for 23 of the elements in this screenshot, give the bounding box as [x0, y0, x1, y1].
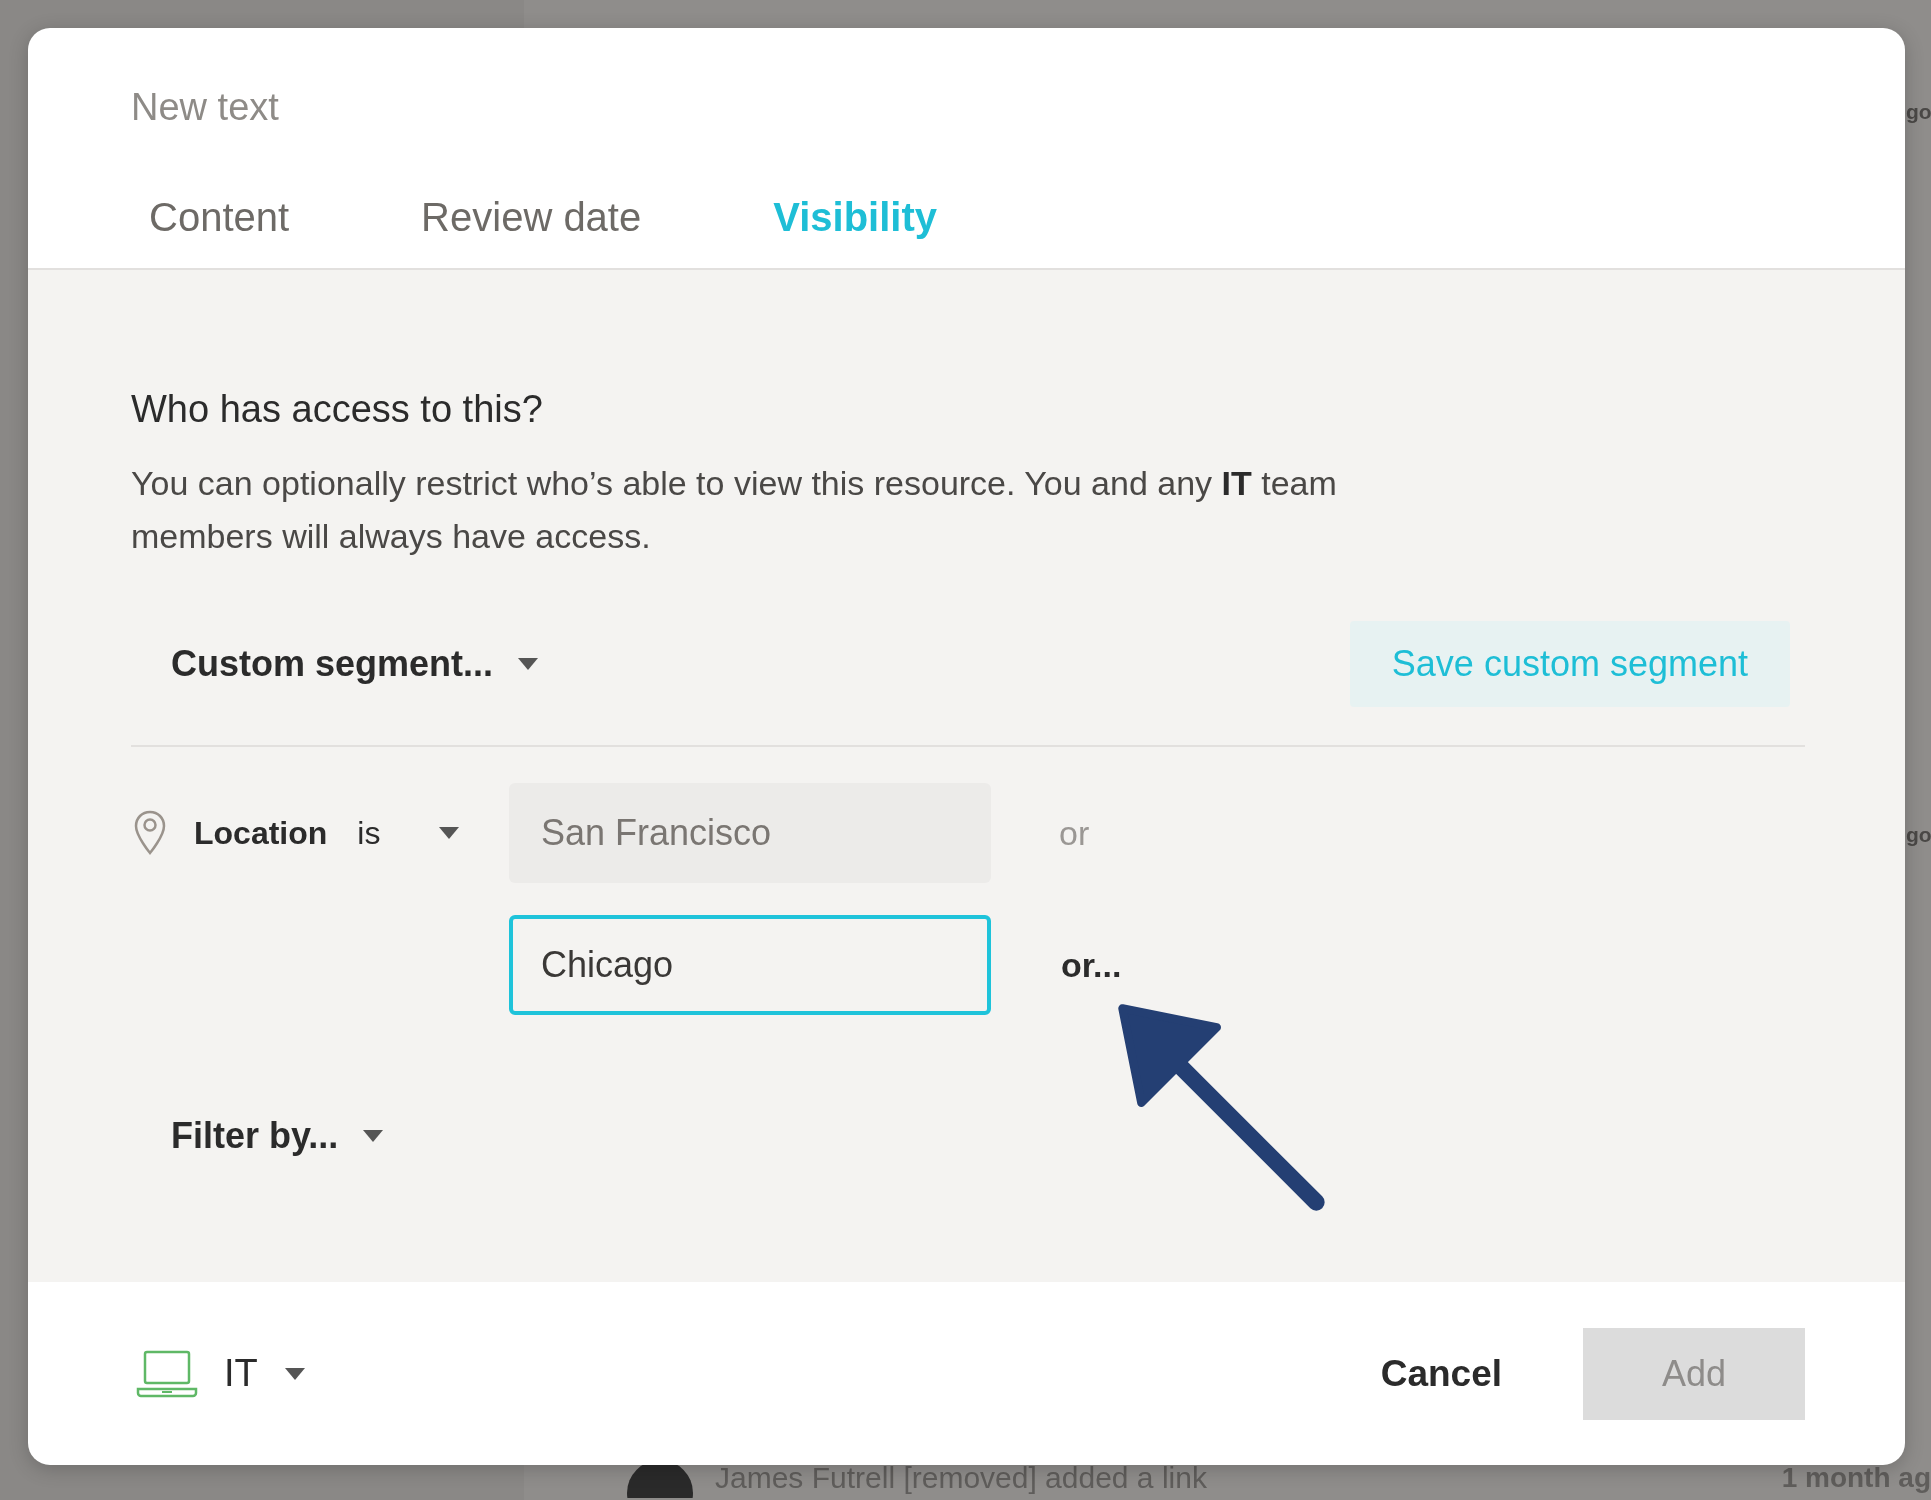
team-dropdown[interactable]: IT — [136, 1348, 306, 1399]
description: You can optionally restrict who’s able to view this resource. You and any IT team members will always have access. — [131, 463, 1338, 557]
filter-dropdown[interactable]: Filter by... — [131, 1115, 425, 1157]
operator-dropdown[interactable]: is — [357, 814, 461, 852]
location-input[interactable]: Chicago — [509, 915, 991, 1015]
cancel-button[interactable]: Cancel — [1374, 1351, 1508, 1396]
tab[interactable]: Review date — [403, 195, 660, 240]
caret-icon — [517, 658, 540, 670]
section-heading: Who has access to this? — [131, 388, 544, 431]
location-input[interactable]: San Francisco — [509, 783, 991, 883]
or-label: or — [1059, 813, 1090, 853]
tab[interactable]: Content — [131, 195, 308, 240]
segment-dropdown[interactable]: Custom segment... — [131, 643, 580, 685]
activity-time: go — [1906, 823, 1931, 847]
or-link[interactable]: or... — [1061, 945, 1122, 985]
dialog-title: New text — [131, 86, 280, 129]
caret-icon — [438, 827, 461, 839]
activity-time: go — [1906, 100, 1931, 124]
caret-icon — [283, 1367, 306, 1380]
laptop-icon — [136, 1348, 198, 1399]
condition-field: Location — [194, 814, 328, 852]
caret-icon — [362, 1130, 385, 1142]
location-pin-icon — [133, 810, 167, 856]
